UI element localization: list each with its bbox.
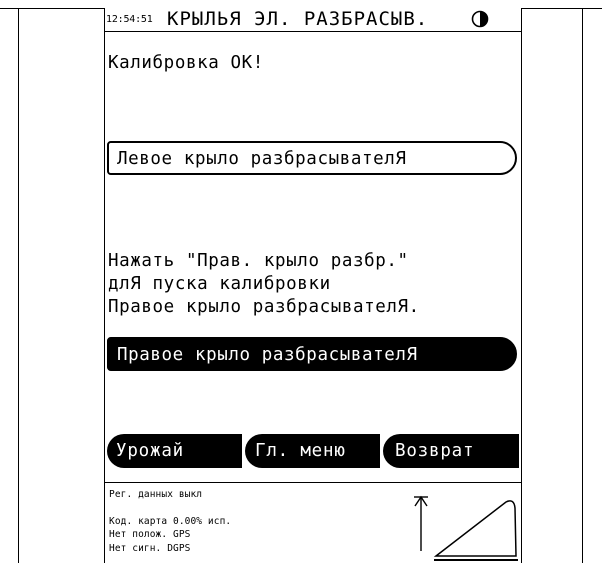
up-arrow-icon <box>414 495 428 551</box>
screen-left-border <box>104 8 105 563</box>
clock: 12:54:51 <box>106 14 153 25</box>
gps-position-status: Нет полож. GPS <box>109 529 191 540</box>
screen-right-border <box>521 8 522 563</box>
spreader-wing-icon <box>433 500 518 561</box>
frame-right-line <box>582 8 583 563</box>
right-wing-button-label: Правое крыло разбрасывателЯ <box>117 345 418 365</box>
left-wing-button[interactable]: Левое крыло разбрасывателЯ <box>107 141 517 175</box>
status-separator <box>104 482 522 483</box>
back-softkey-label: Возврат <box>395 441 475 461</box>
map-code-status: Код. карта 0.00% исп. <box>109 516 232 527</box>
harvest-softkey-label: Урожай <box>116 441 185 461</box>
back-softkey[interactable]: Возврат <box>383 434 519 468</box>
terminal-screen: 12:54:51 КРЫЛЬЯ ЭЛ. РАЗБРАСЫВ. Калибровк… <box>104 8 522 563</box>
calibration-status: Калибровка ОК! <box>108 53 264 73</box>
right-wing-button[interactable]: Правое крыло разбрасывателЯ <box>107 337 517 371</box>
dgps-status: Нет сигн. DGPS <box>109 543 191 554</box>
instruction-line-1: Нажать "Прав. крыло разбр." <box>108 251 409 271</box>
instruction-line-2: длЯ пуска калибровки <box>108 274 331 294</box>
contrast-icon[interactable] <box>471 10 489 28</box>
main-menu-softkey[interactable]: Гл. меню <box>245 434 380 468</box>
page-title: КРЫЛЬЯ ЭЛ. РАЗБРАСЫВ. <box>167 8 429 30</box>
frame-left-line <box>18 8 19 563</box>
data-logging-status: Рег. данных выкл <box>109 489 203 500</box>
instruction-line-3: Правое крыло разбрасывателЯ. <box>108 297 420 317</box>
main-menu-softkey-label: Гл. меню <box>255 441 346 461</box>
harvest-softkey[interactable]: Урожай <box>107 434 242 468</box>
title-bar: 12:54:51 КРЫЛЬЯ ЭЛ. РАЗБРАСЫВ. <box>104 8 522 32</box>
left-wing-button-label: Левое крыло разбрасывателЯ <box>117 149 407 169</box>
